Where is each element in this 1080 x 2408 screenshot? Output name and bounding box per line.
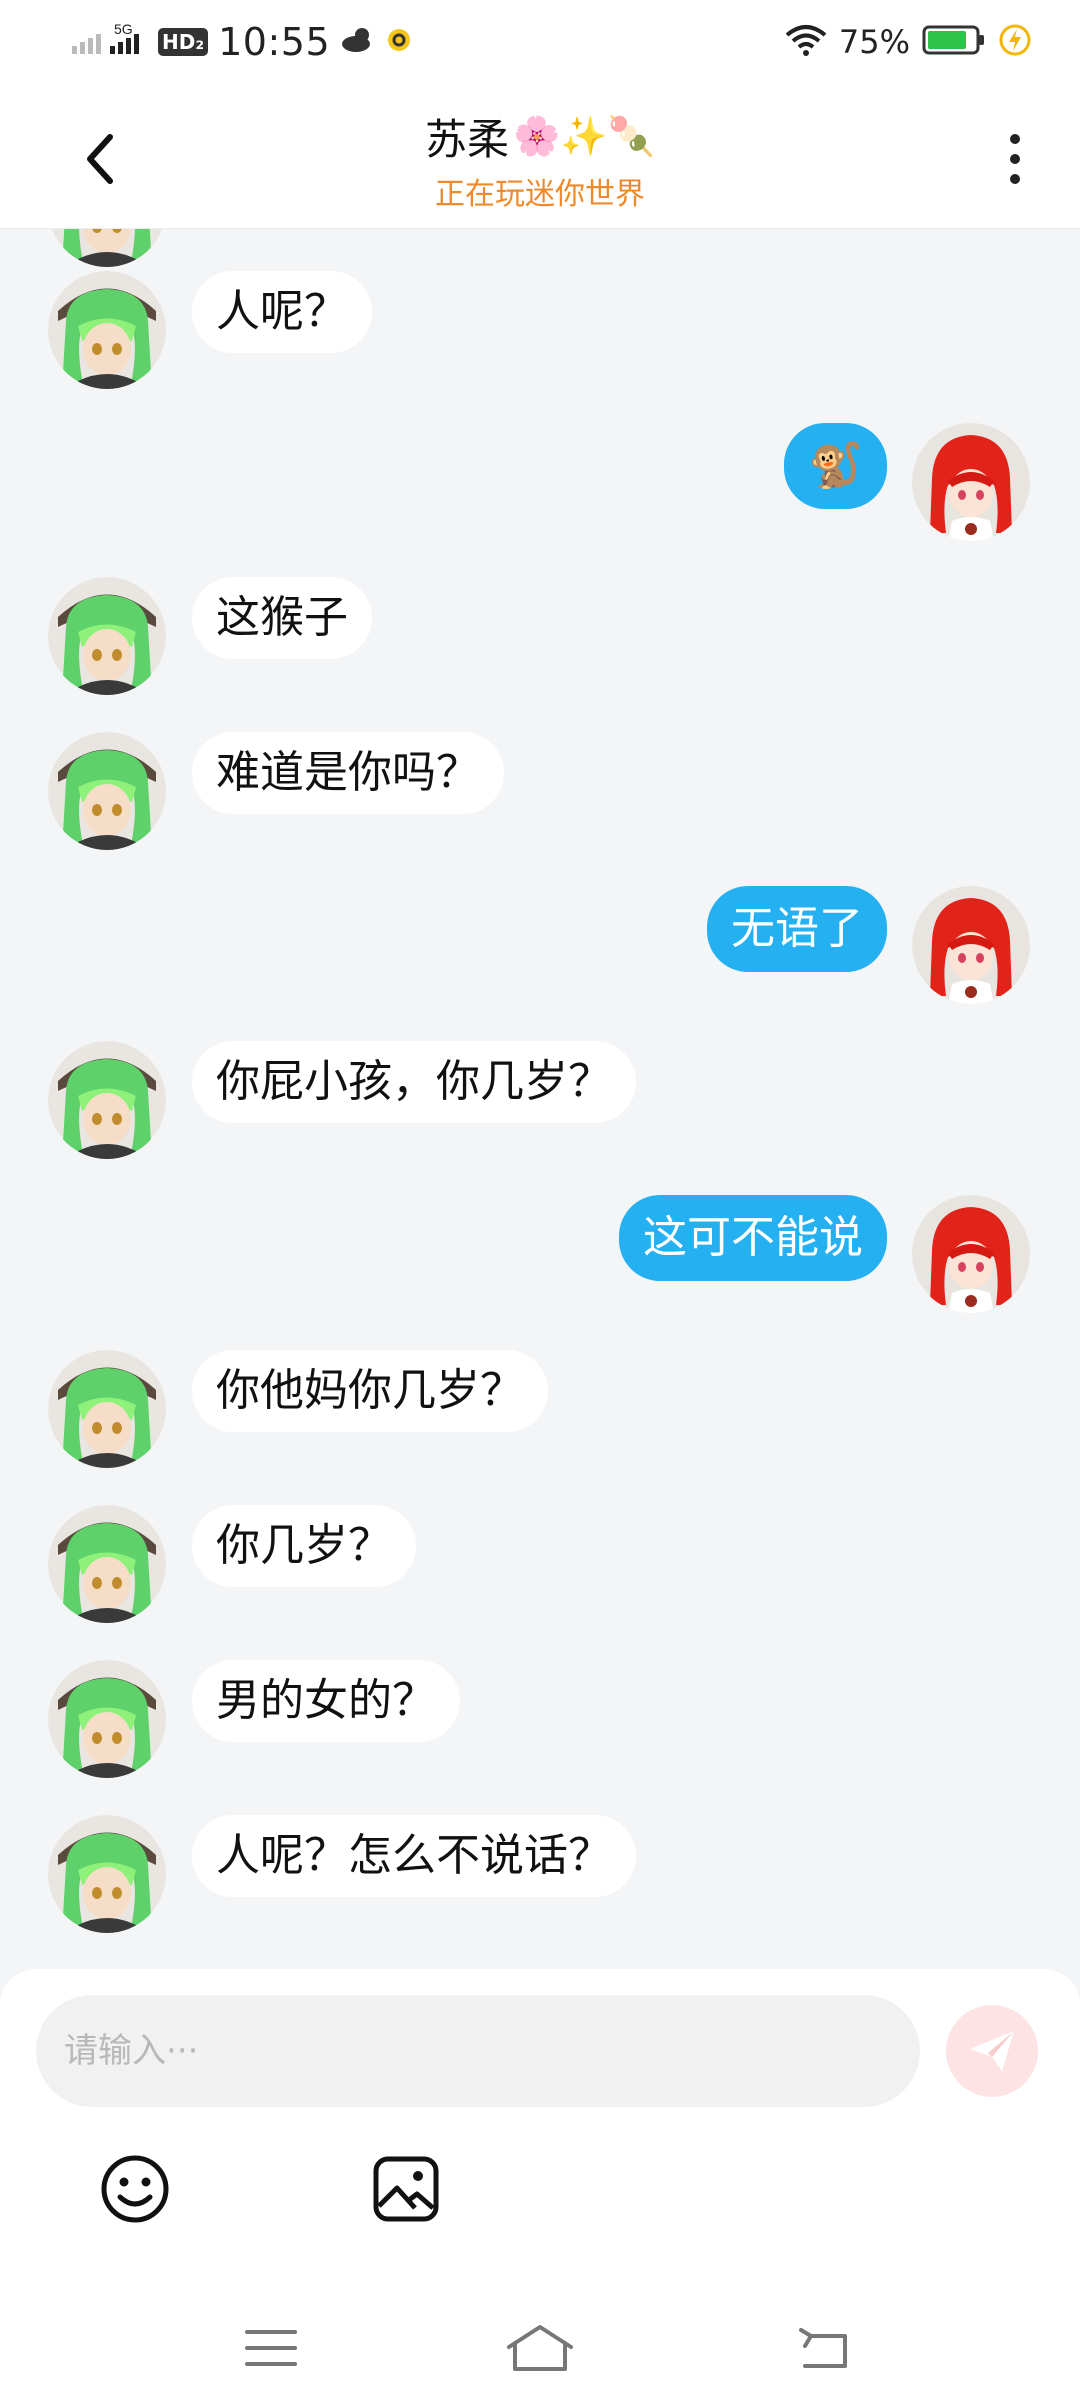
image-icon [373,2156,439,2222]
system-navigation-bar [0,2280,1080,2408]
message-bubble[interactable]: 人呢？怎么不说话？ [192,1815,636,1897]
smiley-icon [101,2155,169,2223]
title-emoji-decoration: 🌸✨🍡 [513,114,655,158]
message-bubble[interactable]: 你屁小孩，你几岁？ [192,1041,636,1123]
message-bubble[interactable]: 这可不能说 [619,1195,887,1281]
send-button[interactable] [946,2005,1038,2097]
contact-status: 正在玩迷你世界 [435,177,645,212]
contact-avatar[interactable] [48,271,166,389]
my-avatar[interactable] [912,1195,1030,1313]
image-button[interactable] [366,2149,446,2229]
contact-avatar[interactable] [48,577,166,695]
hd-icon: HD₂ [158,28,209,56]
contact-avatar[interactable] [48,1350,166,1468]
status-time: 10:55 [218,20,331,64]
message-bubble[interactable]: 无语了 [707,886,887,972]
contact-avatar[interactable] [48,732,166,850]
contact-name: 苏柔 [425,115,510,164]
message-bubble[interactable]: 🐒 [784,423,887,509]
network-label: 5G [114,21,133,37]
message-bubble[interactable]: 人呢？ [192,271,372,353]
message-composer: 请输入··· [0,1969,1080,2408]
more-dot-icon [1010,134,1020,144]
message-bubble[interactable]: 男的女的？ [192,1660,460,1742]
more-dot-icon [1010,154,1020,164]
my-avatar[interactable] [912,423,1030,541]
battery-icon [922,23,986,61]
message-bubble[interactable]: 你他妈你几岁？ [192,1350,548,1432]
send-icon [970,2031,1014,2071]
back-arrow-icon [799,2328,847,2368]
more-options-button[interactable] [990,124,1040,194]
menu-nav-button[interactable] [236,2318,306,2378]
back-nav-button[interactable] [790,2318,860,2378]
wifi-icon [785,23,827,61]
home-icon [507,2325,573,2371]
battery-percent: 75% [838,23,910,61]
hd-label: HD₂ [158,28,209,56]
message-input[interactable]: 请输入··· [36,1995,920,2107]
app-notification-icon [386,27,412,57]
contact-avatar[interactable] [48,1815,166,1933]
status-bar: 5G HD₂ 10:55 75% [0,0,1080,84]
signal-icon: 5G [70,18,148,66]
contact-avatar[interactable] [48,1660,166,1778]
contact-avatar[interactable] [48,229,166,267]
message-bubble[interactable]: 你几岁？ [192,1505,416,1587]
home-nav-button[interactable] [505,2318,575,2378]
menu-icon [245,2330,297,2366]
contact-avatar[interactable] [48,1041,166,1159]
message-list[interactable]: 人呢？ 🐒 这猴子 难道是你吗？ 无语了 你屁小孩，你几岁？ 这可不能说 你他妈… [0,229,1080,1969]
weather-icon [340,25,376,59]
message-bubble[interactable]: 这猴子 [192,577,372,659]
more-dot-icon [1010,174,1020,184]
charging-icon [998,23,1032,61]
contact-avatar[interactable] [48,1505,166,1623]
my-avatar[interactable] [912,886,1030,1004]
message-bubble[interactable]: 难道是你吗？ [192,732,504,814]
chat-header: 苏柔 🌸✨🍡 正在玩迷你世界 [0,84,1080,229]
emoji-button[interactable] [95,2149,175,2229]
